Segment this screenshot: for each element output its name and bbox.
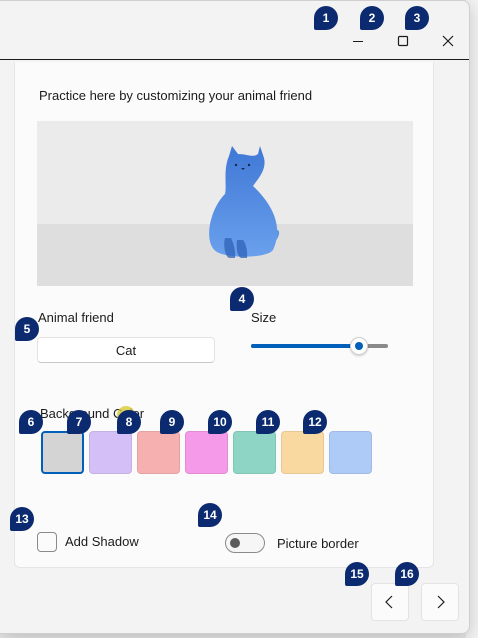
picture-border-toggle[interactable] [225,533,265,553]
annotation-badge: 11 [256,410,280,434]
color-swatch-1[interactable] [41,431,84,474]
add-shadow-checkbox[interactable] [37,532,57,552]
toggle-knob [230,538,240,548]
annotation-badge: 9 [160,410,184,434]
color-swatch-7[interactable] [329,431,372,474]
annotation-badge: 10 [208,410,232,434]
annotation-badge: 6 [19,410,43,434]
color-swatch-3[interactable] [137,431,180,474]
annotation-badge: 14 [198,503,222,527]
next-button[interactable] [421,583,459,621]
instructions-text: Practice here by customizing your animal… [39,88,313,103]
close-button[interactable] [426,26,470,56]
slider-fill [251,344,360,348]
annotation-badge: 5 [15,317,39,341]
close-icon [442,35,454,47]
annotation-badge: 4 [230,287,254,311]
minimize-button[interactable] [336,26,380,56]
maximize-button[interactable] [381,26,425,56]
annotation-badge: 7 [67,410,91,434]
color-swatch-4[interactable] [185,431,228,474]
cat-illustration [209,146,280,258]
annotation-badge: 12 [303,410,327,434]
annotation-badge: 16 [395,562,419,586]
size-slider[interactable] [251,336,388,356]
animal-preview [37,121,413,286]
annotation-badge: 13 [10,507,34,531]
animal-friend-dropdown[interactable]: Cat [37,337,215,363]
chevron-left-icon [385,595,393,609]
minimize-icon [353,41,363,42]
annotation-badge: 2 [360,6,384,30]
previous-button[interactable] [371,583,409,621]
color-swatch-6[interactable] [281,431,324,474]
annotation-badge: 3 [405,6,429,30]
color-swatch-2[interactable] [89,431,132,474]
chevron-right-icon [437,595,445,609]
annotation-badge: 1 [314,6,338,30]
annotation-badge: 8 [117,410,141,434]
picture-border-label: Picture border [277,536,359,551]
title-bar-divider [0,59,469,60]
slider-thumb[interactable] [350,337,369,355]
add-shadow-label: Add Shadow [65,534,139,549]
size-label: Size [251,310,277,325]
annotation-badge: 15 [345,562,369,586]
color-swatch-5[interactable] [233,431,276,474]
maximize-icon [397,35,409,47]
animal-friend-label: Animal friend [38,310,114,325]
